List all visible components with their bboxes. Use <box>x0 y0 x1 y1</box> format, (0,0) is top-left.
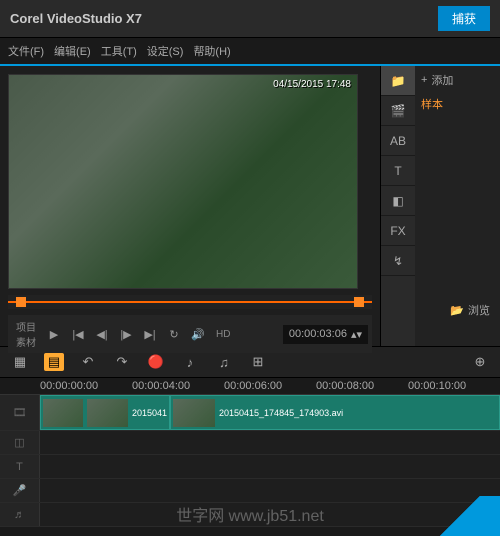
menu-edit[interactable]: 编辑(E) <box>54 43 91 59</box>
loop-button[interactable]: ↻ <box>164 325 184 343</box>
video-track-body[interactable]: 2015041 20150415_174845_174903.avi <box>40 395 500 430</box>
add-button[interactable]: + 添加 <box>421 72 494 88</box>
ruler-t2: 00:00:06:00 <box>224 380 316 392</box>
scrubber[interactable] <box>8 295 372 309</box>
ruler-t3: 00:00:08:00 <box>316 380 408 392</box>
hd-label[interactable]: HD <box>212 329 234 340</box>
overlay-track-body[interactable] <box>40 431 500 454</box>
media-tab-icon[interactable]: 📁 <box>381 66 415 96</box>
corner-fold <box>420 496 500 536</box>
playback-controls: 项目 素材 ▶ |◀ ◀| |▶ ▶| ↻ 🔊 HD 00:00:03:06 ▴… <box>8 315 372 353</box>
video-clip-1[interactable]: 2015041 <box>40 395 170 430</box>
video-track-icon[interactable]: 🎞 <box>0 395 40 430</box>
zoom-timeline-button[interactable]: ⊕ <box>470 353 490 371</box>
timeline-view-button[interactable]: ▤ <box>44 353 64 371</box>
browse-label: 浏览 <box>468 302 490 318</box>
voice-track-icon[interactable]: 🎤 <box>0 479 40 502</box>
track-manager-button[interactable]: ⊞ <box>248 353 268 371</box>
scrub-end-handle[interactable] <box>354 297 364 307</box>
title-track-icon[interactable]: T <box>0 455 40 478</box>
undo-button[interactable]: ↶ <box>78 353 98 371</box>
capture-tab[interactable]: 捕获 <box>438 6 490 31</box>
clip-label[interactable]: 素材 <box>12 334 40 349</box>
prev-button[interactable]: |◀ <box>68 325 88 343</box>
menu-file[interactable]: 文件(F) <box>8 43 44 59</box>
video-preview[interactable]: 04/15/2015 17:48 <box>8 74 358 289</box>
redo-button[interactable]: ↷ <box>112 353 132 371</box>
graphic-tab-icon[interactable]: ◧ <box>381 186 415 216</box>
clip-thumb-1b <box>87 399 127 427</box>
add-label: 添加 <box>431 72 453 88</box>
timeline-ruler[interactable]: 00:00:00:00 00:00:04:00 00:00:06:00 00:0… <box>0 378 500 395</box>
overlay-track: ◫ <box>0 431 500 455</box>
menu-settings[interactable]: 设定(S) <box>147 43 184 59</box>
music-track-icon[interactable]: ♬ <box>0 503 40 526</box>
titlebar: Corel VideoStudio X7 捕获 <box>0 0 500 38</box>
overlay-track-icon[interactable]: ◫ <box>0 431 40 454</box>
filter-tab-icon[interactable]: FX <box>381 216 415 246</box>
video-clip-2[interactable]: 20150415_174845_174903.avi <box>170 395 500 430</box>
path-tab-icon[interactable]: ↯ <box>381 246 415 276</box>
clip-2-label: 20150415_174845_174903.avi <box>219 408 343 418</box>
clip-thumb-2 <box>173 399 215 427</box>
text-tab-icon[interactable]: T <box>381 156 415 186</box>
timecode-display[interactable]: 00:00:03:06 ▴▾ <box>283 325 368 344</box>
play-button[interactable]: ▶ <box>44 325 64 343</box>
menubar: 文件(F) 编辑(E) 工具(T) 设定(S) 帮助(H) <box>0 38 500 66</box>
ruler-t4: 00:00:10:00 <box>408 380 500 392</box>
sample-folder[interactable]: 样本 <box>421 96 494 112</box>
timecode-stepper-icon[interactable]: ▴▾ <box>351 328 362 341</box>
menu-tools[interactable]: 工具(T) <box>101 43 137 59</box>
plus-icon: + <box>421 74 427 86</box>
browse-button[interactable]: 📂 浏览 <box>450 302 490 318</box>
ruler-t1: 00:00:04:00 <box>132 380 224 392</box>
record-button[interactable]: 🔴 <box>146 353 166 371</box>
project-label[interactable]: 项目 <box>12 319 40 334</box>
ruler-t0: 00:00:00:00 <box>40 380 132 392</box>
preview-panel: 04/15/2015 17:48 项目 素材 ▶ |◀ ◀| |▶ ▶| ↻ 🔊… <box>0 66 380 346</box>
audio-mixer-button[interactable]: ♪ <box>180 353 200 371</box>
clip-1-label: 2015041 <box>132 408 167 418</box>
menu-help[interactable]: 帮助(H) <box>193 43 230 59</box>
timecode-value: 00:00:03:06 <box>289 328 347 340</box>
frame-back-button[interactable]: ◀| <box>92 325 112 343</box>
main-area: 04/15/2015 17:48 项目 素材 ▶ |◀ ◀| |▶ ▶| ↻ 🔊… <box>0 66 500 346</box>
next-button[interactable]: ▶| <box>140 325 160 343</box>
transition-tab-icon[interactable]: 🎬 <box>381 96 415 126</box>
video-track: 🎞 2015041 20150415_174845_174903.avi <box>0 395 500 431</box>
storyboard-view-button[interactable]: ▦ <box>10 353 30 371</box>
preview-timestamp: 04/15/2015 17:48 <box>273 79 351 90</box>
title-track-body[interactable] <box>40 455 500 478</box>
title-tab-icon[interactable]: AB <box>381 126 415 156</box>
folder-icon: 📂 <box>450 304 464 317</box>
auto-music-button[interactable]: ♫ <box>214 353 234 371</box>
scrub-start-handle[interactable] <box>16 297 26 307</box>
clip-thumb-1 <box>43 399 83 427</box>
scrub-track <box>8 301 372 303</box>
library-tabs: 📁 🎬 AB T ◧ FX ↯ <box>381 66 415 346</box>
app-title: Corel VideoStudio X7 <box>10 11 142 26</box>
frame-fwd-button[interactable]: |▶ <box>116 325 136 343</box>
volume-button[interactable]: 🔊 <box>188 325 208 343</box>
title-track: T <box>0 455 500 479</box>
